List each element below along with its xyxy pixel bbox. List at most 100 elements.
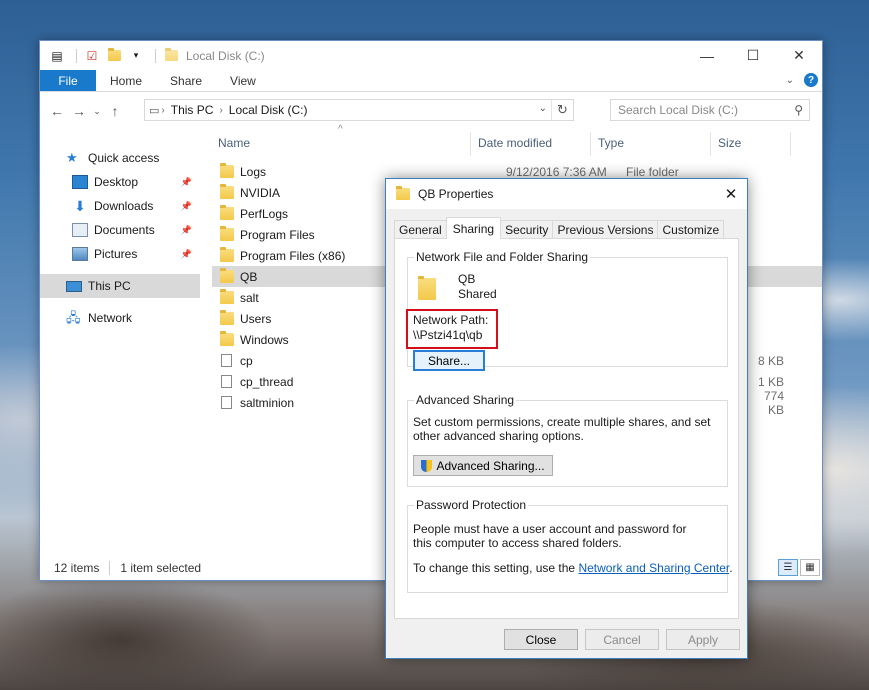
tab-home[interactable]: Home <box>96 70 156 91</box>
expand-ribbon-icon[interactable]: ⌄ <box>786 75 794 86</box>
file-size: 8 KB <box>757 353 784 368</box>
large-icons-view-icon[interactable]: ▦ <box>800 559 820 576</box>
file-name: cp_thread <box>240 374 294 389</box>
breadcrumb-this-pc[interactable]: This PC <box>171 103 214 117</box>
column-name[interactable]: Name <box>212 130 250 156</box>
ribbon-tabs: File Home Share View ⌄ ? <box>40 70 822 92</box>
selection-count: 1 item selected <box>120 561 202 575</box>
file-name: Users <box>240 311 272 326</box>
navigation-pane: ★ Quick access Desktop 📌 ⬇ Downloads 📌 D… <box>40 130 200 560</box>
computer-icon <box>66 280 82 292</box>
dialog-close-icon[interactable]: ✕ <box>715 179 747 209</box>
application-icon <box>221 396 232 409</box>
customize-toolbar-icon[interactable]: ▾ <box>127 47 145 65</box>
sharing-panel: Network File and Folder Sharing QB Share… <box>394 238 739 619</box>
file-icon <box>221 375 232 388</box>
folder-icon <box>220 310 234 325</box>
file-name: Program Files <box>240 227 315 242</box>
password-description: People must have a user account and pass… <box>413 522 687 550</box>
tab-file[interactable]: File <box>40 70 96 91</box>
highlight-box <box>406 309 498 349</box>
column-headers: ^ Name Date modified Type Size <box>212 124 822 156</box>
sidebar-item-downloads[interactable]: ⬇ Downloads 📌 <box>40 194 200 218</box>
pictures-icon <box>72 247 88 261</box>
file-name: QB <box>240 269 258 284</box>
folder-icon <box>162 47 180 65</box>
sidebar-item-pictures[interactable]: Pictures 📌 <box>40 242 200 266</box>
tab-view[interactable]: View <box>216 70 270 91</box>
download-icon: ⬇ <box>74 198 86 214</box>
file-date: 9/12/2016 7:36 AM <box>506 164 607 179</box>
sidebar-item-network[interactable]: 🖧 Network <box>40 306 200 330</box>
tab-customize[interactable]: Customize <box>657 220 725 239</box>
address-dropdown-icon[interactable]: ⌄ <box>539 103 547 114</box>
pin-icon[interactable]: 📌 <box>181 225 192 236</box>
file-size: 1 KB <box>757 374 784 389</box>
properties-dialog: QB Properties ✕ General Sharing Security… <box>385 178 748 659</box>
pin-icon[interactable]: 📌 <box>181 201 192 212</box>
column-size[interactable]: Size <box>712 130 741 156</box>
refresh-icon[interactable]: ↻ <box>551 100 573 120</box>
dialog-close-button[interactable]: Close <box>504 629 578 650</box>
advanced-sharing-description: Set custom permissions, create multiple … <box>413 415 711 443</box>
minimize-button[interactable]: — <box>684 41 730 70</box>
dialog-title-bar: QB Properties ✕ <box>386 179 747 209</box>
sidebar-item-quick-access[interactable]: ★ Quick access <box>40 146 200 170</box>
folder-icon <box>220 268 234 283</box>
search-icon: ⚲ <box>794 103 803 117</box>
column-type[interactable]: Type <box>592 130 624 156</box>
network-icon: 🖧 <box>66 310 81 325</box>
cancel-button[interactable]: Cancel <box>585 629 659 650</box>
file-size: 774 KB <box>763 388 784 417</box>
desktop-icon <box>72 175 88 189</box>
sidebar-item-documents[interactable]: Documents 📌 <box>40 218 200 242</box>
advanced-sharing-button[interactable]: Advanced Sharing... <box>413 455 553 476</box>
search-placeholder: Search Local Disk (C:) <box>618 103 739 117</box>
tab-sharing[interactable]: Sharing <box>445 217 502 239</box>
sidebar-item-this-pc[interactable]: This PC <box>40 274 200 298</box>
tab-share[interactable]: Share <box>156 70 216 91</box>
details-view-icon[interactable]: ☰ <box>778 559 798 576</box>
shared-folder-name: QB <box>458 272 476 286</box>
search-input[interactable]: Search Local Disk (C:) ⚲ <box>610 99 810 121</box>
properties-icon[interactable]: ▤ <box>48 47 66 65</box>
advanced-sharing-label: Advanced Sharing <box>414 393 517 407</box>
documents-icon <box>72 223 88 237</box>
shared-folder-icon <box>418 276 436 300</box>
pin-icon[interactable]: 📌 <box>181 249 192 260</box>
network-sharing-center-link[interactable]: Network and Sharing Center <box>578 561 729 575</box>
up-arrow-icon[interactable]: ↑ <box>104 100 126 122</box>
folder-icon <box>220 205 234 220</box>
apply-button[interactable]: Apply <box>666 629 740 650</box>
address-bar[interactable]: ▭ › This PC › Local Disk (C:) ⌄ ↻ <box>144 99 574 121</box>
window-title: Local Disk (C:) <box>186 48 265 63</box>
share-button[interactable]: Share... <box>413 350 485 371</box>
tab-general[interactable]: General <box>394 220 447 239</box>
new-folder-icon[interactable] <box>105 47 123 65</box>
item-count: 12 items <box>54 561 100 575</box>
sort-ascending-icon: ^ <box>338 124 343 135</box>
close-button[interactable]: ✕ <box>776 41 822 70</box>
file-name: PerfLogs <box>240 206 289 221</box>
tab-security[interactable]: Security <box>500 220 554 239</box>
file-name: NVIDIA <box>240 185 281 200</box>
file-name: Program Files (x86) <box>240 248 346 263</box>
pin-icon[interactable]: 📌 <box>181 177 192 188</box>
drive-icon: ▭ <box>149 104 160 117</box>
recent-locations-icon[interactable]: ⌄ <box>90 100 104 122</box>
checkmark-icon[interactable]: ☑ <box>83 47 101 65</box>
file-name: Logs <box>240 164 267 179</box>
advanced-sharing-group: Advanced Sharing Set custom permissions,… <box>407 393 728 487</box>
dialog-tabs: General Sharing Security Previous Versio… <box>394 217 725 239</box>
maximize-button[interactable]: ☐ <box>730 41 776 70</box>
column-date-modified[interactable]: Date modified <box>472 130 552 156</box>
breadcrumb-local-disk[interactable]: Local Disk (C:) <box>229 103 308 117</box>
file-name: cp <box>240 353 253 368</box>
folder-icon <box>220 247 234 262</box>
forward-arrow-icon[interactable]: → <box>68 100 90 122</box>
tab-previous-versions[interactable]: Previous Versions <box>552 220 659 239</box>
sidebar-item-desktop[interactable]: Desktop 📌 <box>40 170 200 194</box>
shield-icon <box>421 459 433 472</box>
help-icon[interactable]: ? <box>804 73 818 87</box>
back-arrow-icon[interactable]: ← <box>46 100 68 122</box>
